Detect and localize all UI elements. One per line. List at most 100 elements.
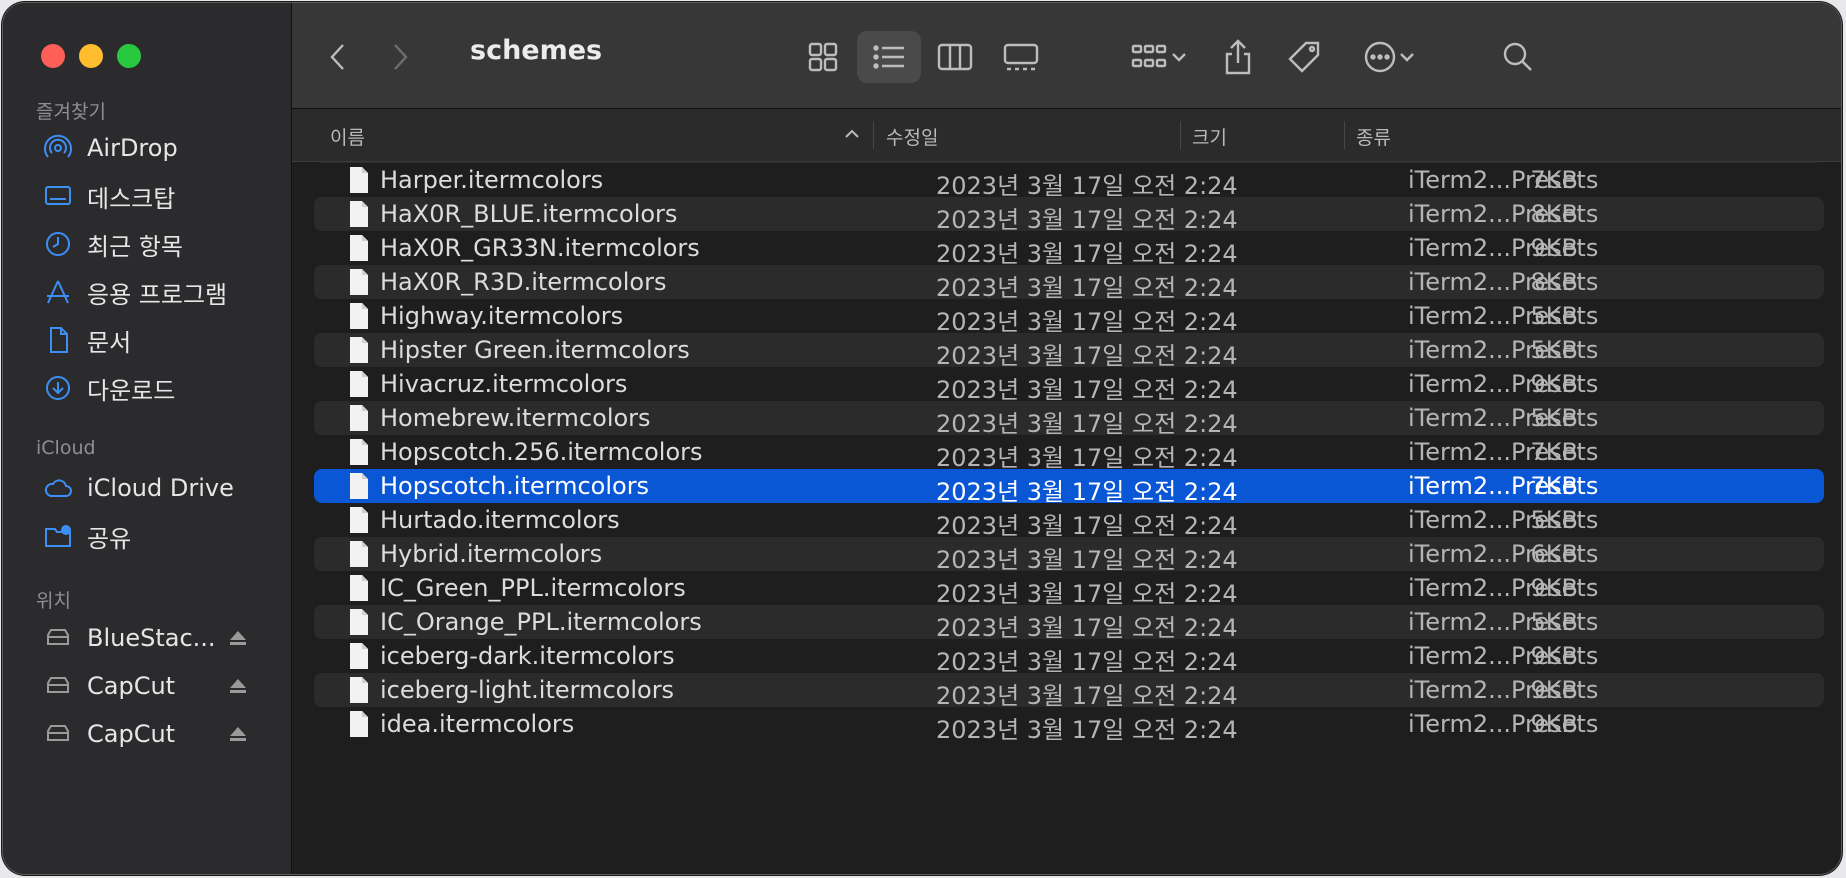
sidebar-item-label: 다운로드 — [87, 376, 176, 405]
group-button[interactable] — [1122, 31, 1196, 83]
applications-icon — [41, 275, 75, 309]
window-title: schemes — [470, 35, 603, 66]
column-header-kind[interactable]: 종류 — [1356, 123, 1391, 150]
document-icon — [41, 323, 75, 357]
tag-button[interactable] — [1277, 31, 1331, 83]
chevron-left-icon — [330, 44, 344, 70]
file-row[interactable]: HaX0R_R3D.itermcolors 2023년 3월 17일 오전 2:2… — [314, 265, 1824, 302]
zoom-window-button[interactable] — [117, 44, 141, 68]
file-row[interactable]: HaX0R_BLUE.itermcolors 2023년 3월 17일 오전 2:… — [314, 197, 1824, 234]
file-row[interactable]: IC_Orange_PPL.itermcolors 2023년 3월 17일 오전… — [314, 605, 1824, 642]
file-kind: iTerm2...Presets — [1408, 302, 1599, 330]
file-row[interactable]: IC_Green_PPL.itermcolors 2023년 3월 17일 오전 … — [314, 571, 1824, 608]
file-icon — [348, 540, 370, 568]
file-kind: iTerm2...Presets — [1408, 540, 1599, 568]
sidebar-item-downloads[interactable]: 다운로드 — [3, 363, 291, 413]
chevron-down-icon — [1172, 53, 1186, 62]
file-name: Hipster Green.itermcolors — [380, 336, 690, 364]
file-name: HaX0R_BLUE.itermcolors — [380, 200, 678, 228]
toolbar: schemes — [292, 3, 1841, 109]
sidebar-item-shared[interactable]: 공유 — [3, 511, 291, 561]
download-icon — [41, 371, 75, 405]
file-row[interactable]: Highway.itermcolors 2023년 3월 17일 오전 2:24 5… — [314, 299, 1824, 336]
window-controls — [41, 44, 141, 68]
desktop-icon — [41, 179, 75, 213]
sidebar-item-recents[interactable]: 최근 항목 — [3, 219, 291, 269]
file-name: IC_Orange_PPL.itermcolors — [380, 608, 702, 636]
file-date: 2023년 3월 17일 오전 2:24 — [936, 172, 1238, 200]
column-divider[interactable] — [1180, 121, 1181, 149]
sidebar-item-desktop[interactable]: 데스크탑 — [3, 171, 291, 221]
column-view-button[interactable] — [924, 31, 986, 83]
file-kind: iTerm2...Presets — [1408, 472, 1599, 500]
sidebar-item-location[interactable]: BlueStac... — [3, 613, 291, 663]
file-icon — [348, 166, 370, 194]
file-icon — [348, 472, 370, 500]
sidebar-item-documents[interactable]: 문서 — [3, 315, 291, 365]
sidebar-item-label: 문서 — [87, 328, 132, 357]
file-icon — [348, 370, 370, 398]
file-name: idea.itermcolors — [380, 710, 575, 738]
column-header-name[interactable]: 이름 — [330, 123, 365, 150]
file-row[interactable]: Hipster Green.itermcolors 2023년 3월 17일 오전… — [314, 333, 1824, 370]
file-kind: iTerm2...Presets — [1408, 370, 1599, 398]
file-name: Hybrid.itermcolors — [380, 540, 603, 568]
columns-icon — [937, 43, 973, 71]
file-row[interactable]: idea.itermcolors 2023년 3월 17일 오전 2:24 9KB i… — [314, 707, 1824, 744]
column-divider[interactable] — [873, 121, 874, 149]
sidebar-item-label: iCloud Drive — [87, 474, 234, 502]
file-kind: iTerm2...Presets — [1408, 166, 1599, 194]
column-divider[interactable] — [1344, 121, 1345, 149]
share-button[interactable] — [1212, 31, 1264, 83]
sidebar-item-label: BlueStac... — [87, 624, 216, 652]
file-kind: iTerm2...Presets — [1408, 404, 1599, 432]
sidebar-item-applications[interactable]: 응용 프로그램 — [3, 267, 291, 317]
file-row[interactable]: Hopscotch.itermcolors 2023년 3월 17일 오전 2:2… — [314, 469, 1824, 506]
forward-button[interactable] — [380, 31, 420, 83]
search-button[interactable] — [1492, 31, 1544, 83]
file-date: 2023년 3월 17일 오전 2:24 — [936, 478, 1238, 506]
icon-view-button[interactable] — [792, 31, 854, 83]
sidebar-item-icloud-drive[interactable]: iCloud Drive — [3, 463, 291, 513]
file-kind: iTerm2...Presets — [1408, 710, 1599, 738]
main-content: schemes 이름 수정일 크기 종류 Harper.itermcolors … — [292, 3, 1841, 874]
column-header: 이름 수정일 크기 종류 — [292, 109, 1841, 162]
gallery-view-button[interactable] — [990, 31, 1052, 83]
file-date: 2023년 3월 17일 오전 2:24 — [936, 308, 1238, 336]
file-kind: iTerm2...Presets — [1408, 574, 1599, 602]
eject-icon[interactable] — [227, 627, 249, 649]
sidebar-item-location[interactable]: CapCut — [3, 709, 291, 759]
more-actions-button[interactable] — [1352, 31, 1426, 83]
file-row[interactable]: Homebrew.itermcolors 2023년 3월 17일 오전 2:24… — [314, 401, 1824, 438]
back-button[interactable] — [318, 31, 358, 83]
file-icon — [348, 608, 370, 636]
file-row[interactable]: iceberg-light.itermcolors 2023년 3월 17일 오전… — [314, 673, 1824, 710]
chevron-right-icon — [394, 44, 408, 70]
close-window-button[interactable] — [41, 44, 65, 68]
file-row[interactable]: Hurtado.itermcolors 2023년 3월 17일 오전 2:24 5… — [314, 503, 1824, 540]
file-icon — [348, 336, 370, 364]
file-name: HaX0R_R3D.itermcolors — [380, 268, 667, 296]
file-row[interactable]: HaX0R_GR33N.itermcolors 2023년 3월 17일 오전 2… — [314, 231, 1824, 268]
file-date: 2023년 3월 17일 오전 2:24 — [936, 546, 1238, 574]
file-date: 2023년 3월 17일 오전 2:24 — [936, 410, 1238, 438]
sidebar-item-airdrop[interactable]: AirDrop — [3, 123, 291, 173]
column-header-size[interactable]: 크기 — [1192, 123, 1227, 150]
eject-icon[interactable] — [227, 723, 249, 745]
file-row[interactable]: Hopscotch.256.itermcolors 2023년 3월 17일 오전… — [314, 435, 1824, 472]
file-kind: iTerm2...Presets — [1408, 268, 1599, 296]
file-date: 2023년 3월 17일 오전 2:24 — [936, 512, 1238, 540]
sidebar-item-location[interactable]: CapCut — [3, 661, 291, 711]
column-header-date[interactable]: 수정일 — [886, 123, 938, 150]
minimize-window-button[interactable] — [79, 44, 103, 68]
file-row[interactable]: iceberg-dark.itermcolors 2023년 3월 17일 오전 … — [314, 639, 1824, 676]
file-row[interactable]: Hivacruz.itermcolors 2023년 3월 17일 오전 2:24… — [314, 367, 1824, 404]
eject-icon[interactable] — [227, 675, 249, 697]
list-view-button[interactable] — [857, 31, 921, 83]
file-row[interactable]: Hybrid.itermcolors 2023년 3월 17일 오전 2:24 6K… — [314, 537, 1824, 574]
file-row[interactable]: Harper.itermcolors 2023년 3월 17일 오전 2:24 7K… — [314, 163, 1824, 200]
file-date: 2023년 3월 17일 오전 2:24 — [936, 444, 1238, 472]
sidebar-item-label: 응용 프로그램 — [87, 280, 228, 309]
file-name: Harper.itermcolors — [380, 166, 604, 194]
file-name: Highway.itermcolors — [380, 302, 624, 330]
